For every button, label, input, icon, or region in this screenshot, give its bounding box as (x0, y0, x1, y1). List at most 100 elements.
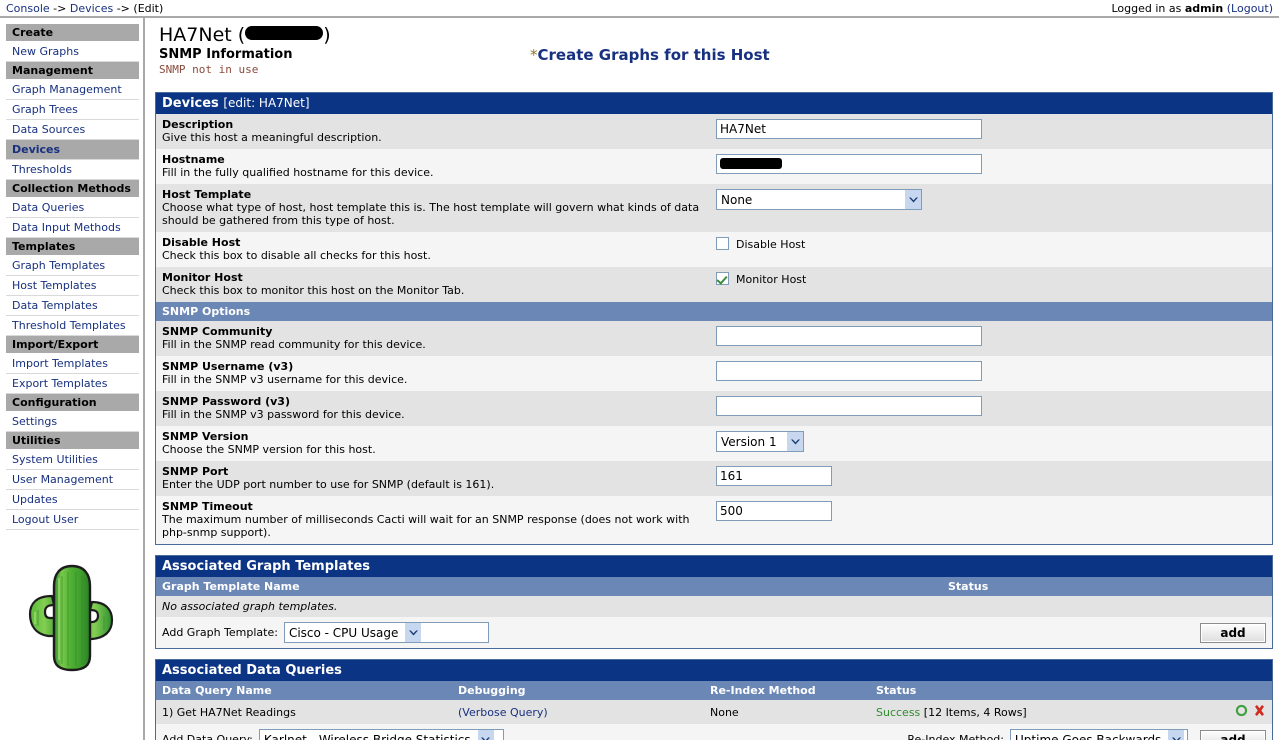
create-graphs-label: Create Graphs for this Host (537, 46, 770, 64)
cactus-icon (28, 564, 113, 672)
add-graph-template-select[interactable]: Cisco - CPU Usage (283, 622, 489, 643)
add-data-query-row: Add Data Query: Karlnet - Wireless Bridg… (156, 724, 1272, 740)
chevron-down-icon (476, 730, 494, 740)
field-description: SNMP Port Enter the UDP port number to us… (156, 465, 712, 491)
sidebar-item-import-templates[interactable]: Import Templates (6, 354, 139, 374)
sidebar-item-data-queries[interactable]: Data Queries (6, 198, 139, 218)
field-hint-snmp-timeout: The maximum number of milliseconds Cacti… (162, 513, 690, 539)
field-hint-hostname: Fill in the fully qualified hostname for… (162, 166, 434, 179)
select-snmp-version[interactable]: Version 1 (716, 431, 804, 452)
sidebar-item-data-input-methods[interactable]: Data Input Methods (6, 218, 139, 238)
column-status: Status (876, 684, 917, 697)
add-graph-template-value: Cisco - CPU Usage (288, 625, 399, 640)
column-reindex-method: Re-Index Method (710, 684, 816, 697)
sidebar-item-graph-management[interactable]: Graph Management (6, 80, 139, 100)
field-label-host-template: Host Template (162, 188, 252, 201)
reindex-method-select[interactable]: Uptime Goes Backwards (1010, 729, 1188, 740)
page-header: HA7Net () SNMP Information SNMP not in u… (155, 24, 1273, 92)
sidebar-item-export-templates[interactable]: Export Templates (6, 374, 139, 394)
login-status: Logged in as admin (Logout) (1112, 2, 1274, 15)
column-actions (1222, 684, 1272, 697)
delete-icon[interactable] (1253, 704, 1266, 720)
top-bar: Console -> Devices -> (Edit) Logged in a… (0, 0, 1279, 18)
form-row: SNMP Version Choose the SNMP version for … (156, 426, 1272, 461)
breadcrumb-separator-1: -> (49, 2, 70, 15)
logged-in-username: admin (1184, 2, 1224, 15)
field-control (712, 465, 1272, 486)
field-description: Disable Host Check this box to disable al… (156, 236, 712, 262)
input-snmp-password-v3[interactable] (716, 396, 982, 416)
sidebar-item-settings[interactable]: Settings (6, 412, 139, 432)
device-fields-list: Description Give this host a meaningful d… (156, 114, 1272, 302)
sidebar-item-threshold-templates[interactable]: Threshold Templates (6, 316, 139, 336)
form-row: Hostname Fill in the fully qualified host… (156, 149, 1272, 184)
field-label-snmp-community: SNMP Community (162, 325, 273, 338)
add-data-query-button[interactable]: add (1200, 729, 1266, 740)
sidebar-item-logout-user[interactable]: Logout User (6, 510, 139, 530)
input-snmp-community[interactable] (716, 326, 982, 346)
logout-link[interactable]: (Logout) (1227, 2, 1273, 15)
field-label-hostname: Hostname (162, 153, 225, 166)
graph-templates-title: Associated Graph Templates (156, 556, 1272, 577)
verbose-query-link[interactable]: (Verbose Query) (458, 706, 548, 719)
checkbox-disable-host[interactable] (716, 237, 729, 250)
field-description: Hostname Fill in the fully qualified host… (156, 153, 712, 179)
sidebar-item-data-templates[interactable]: Data Templates (6, 296, 139, 316)
checkbox-label-disable-host: Disable Host (736, 238, 806, 251)
associated-graph-templates-box: Associated Graph Templates Graph Templat… (155, 555, 1273, 649)
field-control (712, 395, 1272, 416)
data-queries-title: Associated Data Queries (156, 660, 1272, 681)
input-snmp-username-v3[interactable] (716, 361, 982, 381)
sidebar-item-data-sources[interactable]: Data Sources (6, 120, 139, 140)
sidebar-item-new-graphs[interactable]: New Graphs (6, 42, 139, 62)
field-description: Monitor Host Check this box to monitor th… (156, 271, 712, 297)
input-snmp-port[interactable] (716, 466, 832, 486)
field-control (712, 500, 1272, 521)
table-row: 1) Get HA7Net Readings (Verbose Query) Non… (156, 700, 1272, 724)
breadcrumb-console[interactable]: Console (6, 2, 50, 15)
checkbox-monitor-host[interactable] (716, 272, 729, 285)
form-row: SNMP Port Enter the UDP port number to us… (156, 461, 1272, 496)
chevron-down-icon (904, 190, 921, 209)
create-graphs-link[interactable]: *Create Graphs for this Host (530, 46, 770, 64)
reindex-method-label: Re-Index Method: (907, 733, 1004, 740)
status-badge: Success (876, 705, 921, 719)
graph-templates-empty-message: No associated graph templates. (156, 596, 1272, 617)
sidebar-item-graph-trees[interactable]: Graph Trees (6, 100, 139, 120)
paren-open: ( (237, 24, 246, 46)
add-data-query-value: Karlnet - Wireless Bridge Statistics (263, 732, 471, 740)
field-label-snmp-password-v3: SNMP Password (v3) (162, 395, 290, 408)
sidebar-item-system-utilities[interactable]: System Utilities (6, 450, 139, 470)
sidebar-item-devices[interactable]: Devices (6, 140, 139, 160)
input-description[interactable] (716, 119, 982, 139)
field-control (712, 360, 1272, 381)
select-host-template[interactable]: None (716, 189, 922, 210)
add-data-query-select[interactable]: Karlnet - Wireless Bridge Statistics (258, 729, 504, 740)
form-row: Description Give this host a meaningful d… (156, 114, 1272, 149)
add-data-query-label: Add Data Query: (162, 733, 253, 740)
form-row: SNMP Timeout The maximum number of millis… (156, 496, 1272, 544)
snmp-status-text: SNMP not in use (159, 63, 259, 76)
field-hint-snmp-port: Enter the UDP port number to use for SNM… (162, 478, 495, 491)
breadcrumb-devices[interactable]: Devices (70, 2, 113, 15)
sidebar-item-graph-templates[interactable]: Graph Templates (6, 256, 139, 276)
sidebar-item-thresholds[interactable]: Thresholds (6, 160, 139, 180)
column-debugging: Debugging (458, 684, 526, 697)
devices-box-title-main: Devices (162, 96, 219, 111)
status-detail: [12 Items, 4 Rows] (923, 705, 1027, 719)
field-description: SNMP Username (v3) Fill in the SNMP v3 us… (156, 360, 712, 386)
add-graph-template-button[interactable]: add (1200, 622, 1266, 643)
field-label-monitor-host: Monitor Host (162, 271, 243, 284)
field-label-description: Description (162, 118, 234, 131)
reindex-method-value: Uptime Goes Backwards (1015, 732, 1162, 740)
field-control: Disable Host (712, 236, 1272, 251)
sidebar-item-user-management[interactable]: User Management (6, 470, 139, 490)
form-row: Monitor Host Check this box to monitor th… (156, 267, 1272, 302)
reload-icon[interactable] (1235, 704, 1248, 720)
sidebar-item-host-templates[interactable]: Host Templates (6, 276, 139, 296)
sidebar-group-configuration: Configuration (6, 394, 139, 412)
sidebar-item-updates[interactable]: Updates (6, 490, 139, 510)
field-label-snmp-version: SNMP Version (162, 430, 249, 443)
field-hint-snmp-community: Fill in the SNMP read community for this… (162, 338, 426, 351)
input-snmp-timeout[interactable] (716, 501, 832, 521)
